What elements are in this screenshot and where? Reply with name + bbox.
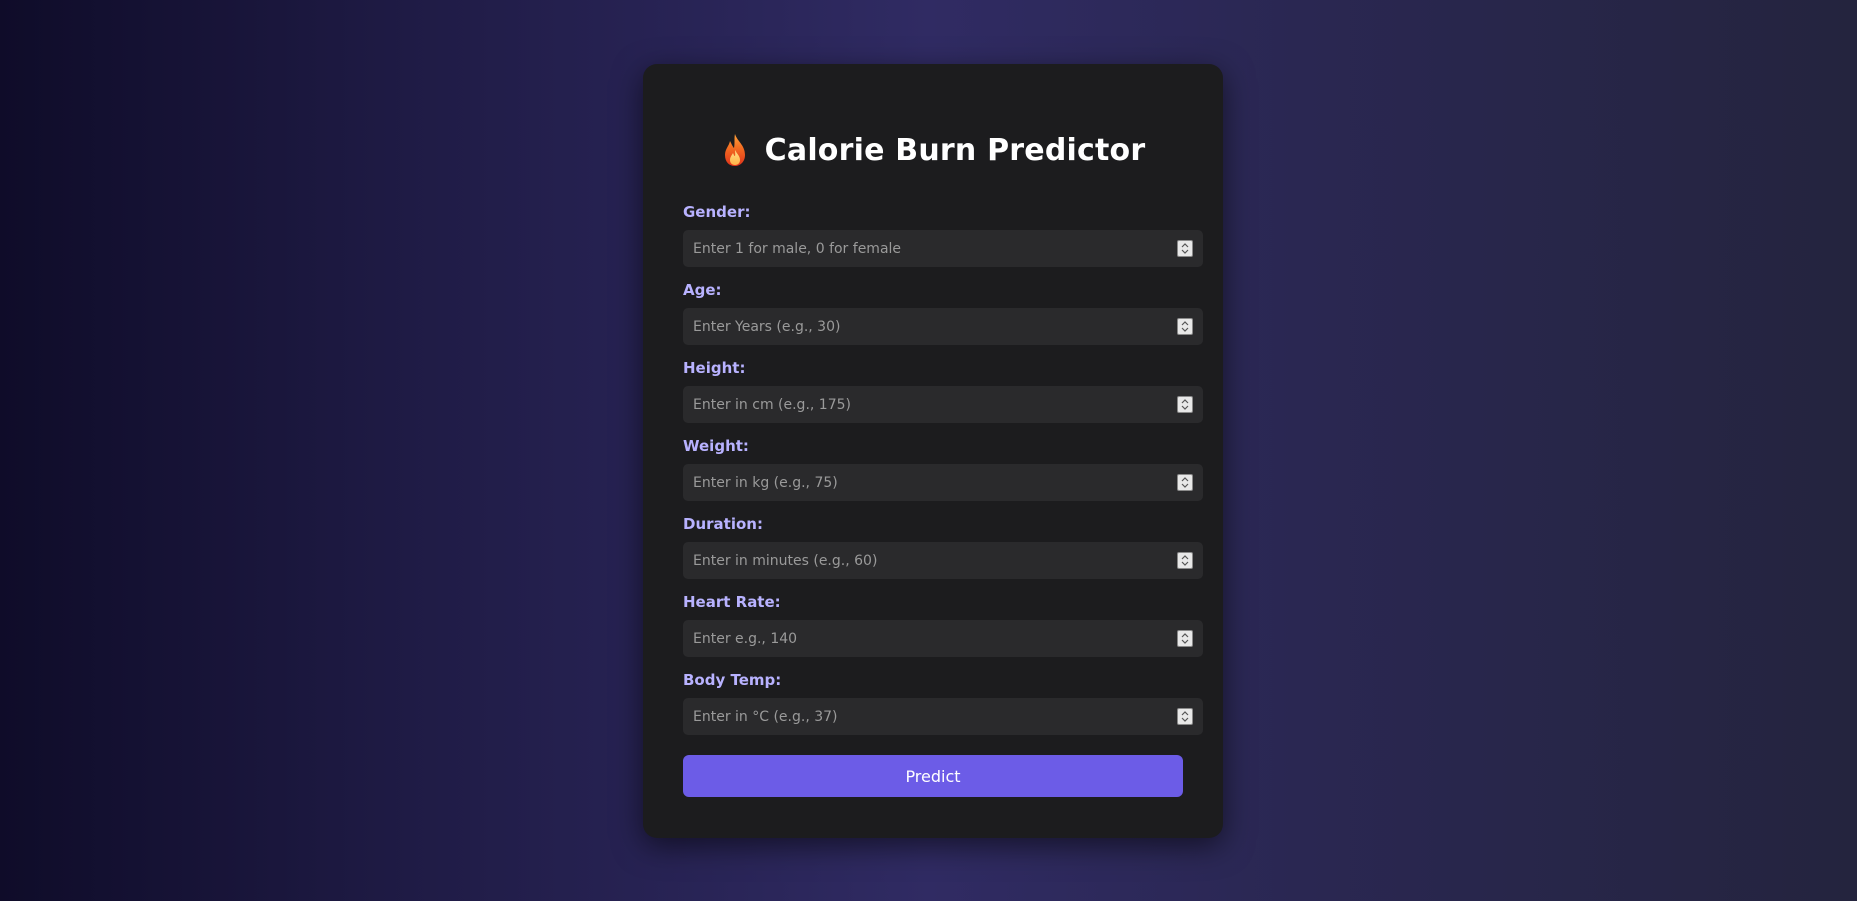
weight-input[interactable] — [683, 464, 1203, 501]
body-temp-input[interactable] — [683, 698, 1203, 735]
age-input[interactable] — [683, 308, 1203, 345]
heart-rate-field-group: Heart Rate: — [683, 592, 1203, 657]
age-label: Age: — [683, 281, 722, 299]
age-input-wrapper — [683, 308, 1203, 345]
stepper-arrows-icon — [1181, 711, 1189, 722]
body-temp-label: Body Temp: — [683, 671, 782, 689]
duration-field-group: Duration: — [683, 514, 1203, 579]
stepper-arrows-icon — [1181, 477, 1189, 488]
age-stepper[interactable] — [1177, 318, 1193, 335]
body-temp-input-wrapper — [683, 698, 1203, 735]
duration-stepper[interactable] — [1177, 552, 1193, 569]
height-input[interactable] — [683, 386, 1203, 423]
page-title: Calorie Burn Predictor — [764, 132, 1146, 168]
stepper-arrows-icon — [1181, 633, 1189, 644]
weight-label: Weight: — [683, 437, 749, 455]
heart-rate-input[interactable] — [683, 620, 1203, 657]
weight-field-group: Weight: — [683, 436, 1203, 501]
gender-label: Gender: — [683, 203, 751, 221]
body-temp-stepper[interactable] — [1177, 708, 1193, 725]
weight-input-wrapper — [683, 464, 1203, 501]
gender-stepper[interactable] — [1177, 240, 1193, 257]
predictor-card: Calorie Burn Predictor Gender: Age: Heig… — [643, 64, 1223, 838]
heart-rate-stepper[interactable] — [1177, 630, 1193, 647]
header: Calorie Burn Predictor — [643, 126, 1223, 174]
predict-button[interactable]: Predict — [683, 755, 1183, 797]
duration-input[interactable] — [683, 542, 1203, 579]
gender-field-group: Gender: — [683, 202, 1203, 267]
stepper-arrows-icon — [1181, 243, 1189, 254]
gender-input[interactable] — [683, 230, 1203, 267]
duration-input-wrapper — [683, 542, 1203, 579]
weight-stepper[interactable] — [1177, 474, 1193, 491]
height-field-group: Height: — [683, 358, 1203, 423]
age-field-group: Age: — [683, 280, 1203, 345]
heart-rate-input-wrapper — [683, 620, 1203, 657]
body-temp-field-group: Body Temp: — [683, 670, 1203, 735]
flame-icon — [721, 133, 749, 167]
height-label: Height: — [683, 359, 746, 377]
height-stepper[interactable] — [1177, 396, 1193, 413]
gender-input-wrapper — [683, 230, 1203, 267]
stepper-arrows-icon — [1181, 555, 1189, 566]
duration-label: Duration: — [683, 515, 763, 533]
stepper-arrows-icon — [1181, 399, 1189, 410]
stepper-arrows-icon — [1181, 321, 1189, 332]
heart-rate-label: Heart Rate: — [683, 593, 781, 611]
height-input-wrapper — [683, 386, 1203, 423]
